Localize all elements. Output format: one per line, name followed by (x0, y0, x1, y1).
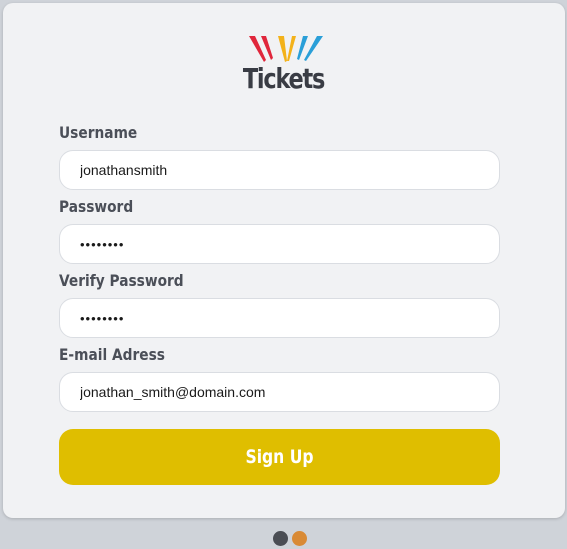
email-input[interactable] (59, 372, 500, 412)
sign-up-button[interactable]: Sign Up (59, 429, 500, 485)
verify-password-label: Verify Password (59, 271, 184, 290)
username-label: Username (59, 123, 138, 142)
username-input[interactable] (59, 150, 500, 190)
sign-up-label: Sign Up (245, 446, 314, 468)
logo-yellow-ray (278, 36, 287, 62)
verify-password-input[interactable] (59, 298, 500, 338)
logo-yellow-ray (287, 36, 296, 61)
password-input[interactable] (59, 224, 500, 264)
ticket-rays-logo (249, 36, 323, 62)
pager-dot-inactive[interactable] (292, 531, 307, 546)
email-label: E-mail Adress (59, 345, 165, 364)
password-label: Password (59, 197, 134, 216)
logo-blue-ray (304, 36, 323, 61)
brand-title: Tickets (242, 62, 326, 95)
pager-dot-active[interactable] (273, 531, 288, 546)
